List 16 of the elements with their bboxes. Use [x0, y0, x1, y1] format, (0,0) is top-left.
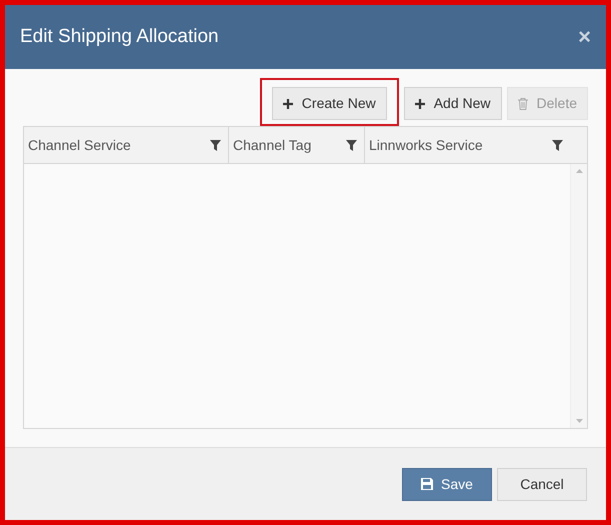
- column-header[interactable]: Channel Service: [24, 127, 229, 163]
- filter-icon[interactable]: [210, 140, 221, 150]
- filter-icon[interactable]: [346, 140, 357, 150]
- plus-icon: [282, 98, 293, 108]
- floppy-icon: [421, 478, 434, 490]
- dialog-title: Edit Shipping Allocation: [20, 24, 219, 49]
- toolbar-button[interactable]: Create New: [272, 87, 387, 120]
- cancel-button[interactable]: Cancel: [497, 468, 587, 500]
- column-header[interactable]: Linnworks Service: [365, 127, 570, 163]
- toolbar-button[interactable]: Add New: [404, 87, 502, 120]
- save-button[interactable]: Save: [402, 468, 492, 500]
- filter-icon[interactable]: [552, 140, 563, 150]
- plus-icon: [414, 98, 425, 108]
- trash-icon: [518, 98, 528, 110]
- column-header[interactable]: Channel Tag: [229, 127, 365, 163]
- close-button[interactable]: ×: [578, 26, 591, 48]
